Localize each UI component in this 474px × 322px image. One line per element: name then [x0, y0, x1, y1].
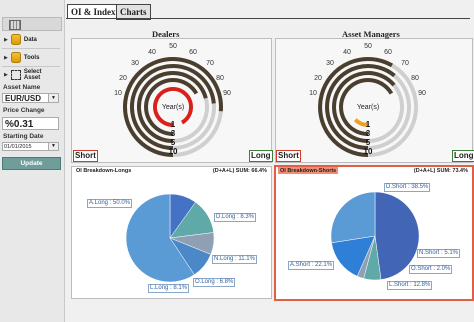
sidebar-item-data[interactable]: ▶ Data — [4, 34, 37, 45]
pie-shorts-title: OI Breakdown-Shorts — [278, 167, 339, 174]
dealers-title: Dealers — [152, 29, 180, 39]
tab-underline — [66, 18, 470, 19]
gauge-year-label: 5 — [171, 138, 176, 147]
gauge-year-label: 1 — [171, 120, 176, 129]
sidebar: ▶ Data ▶ Tools ▶ Select Asset Asset Name… — [0, 0, 65, 322]
gauge-tick-label: 80 — [411, 75, 419, 82]
gauge-year-label: 3 — [366, 129, 371, 138]
gauge-tick-label: 40 — [343, 49, 351, 56]
price-change-value: %0.31 — [2, 117, 59, 130]
gauge-tick-label: 50 — [169, 43, 177, 50]
gauge-tick-label: 50 — [364, 43, 372, 50]
pie-label-o-short: O.Short : 2.0% — [409, 265, 453, 274]
pie-label-l-long: L.Long : 8.1% — [148, 284, 190, 293]
chevron-right-icon: ▶ — [4, 72, 8, 78]
pie-label-o-long: O.Long : 6.8% — [193, 278, 236, 287]
gauge-tick-label: 40 — [148, 49, 156, 56]
gauge-center-label: Year(s) — [357, 104, 379, 111]
pie-label-a-long: A.Long : 50.0% — [87, 199, 133, 208]
pie-label-n-long: N.Long : 11.1% — [212, 255, 257, 264]
divider — [2, 66, 60, 67]
grid-icon[interactable] — [9, 20, 21, 30]
gauge-tick-label: 60 — [384, 49, 392, 56]
chevron-down-icon[interactable]: ▼ — [48, 94, 58, 102]
gauge-center-label: Year(s) — [162, 104, 184, 111]
dealers-short-toggle[interactable]: Short — [73, 150, 98, 162]
gauge-tick-label: 70 — [206, 60, 214, 67]
pie-longs-title: OI Breakdown-Longs — [76, 168, 132, 174]
pie-longs-chart — [125, 193, 215, 283]
gauge-tick-label: 70 — [401, 60, 409, 67]
chevron-right-icon: ▶ — [4, 54, 8, 61]
asset-managers-gauge: 504030201060708090Year(s)13510 — [309, 43, 426, 157]
chevron-down-icon[interactable]: ▼ — [48, 143, 58, 150]
pie-label-d-long: D.Long : 8.3% — [214, 213, 257, 222]
gauge-tick-label: 60 — [189, 49, 197, 56]
pie-longs-sum: (D+A+L) SUM: 66.4% — [212, 168, 267, 174]
pie-shorts-chart — [330, 191, 420, 281]
tools-icon — [10, 52, 21, 63]
gauge-year-label: 5 — [366, 138, 371, 147]
database-icon — [10, 34, 21, 45]
gauge-year-label: 3 — [171, 129, 176, 138]
gauge-tick-label: 30 — [131, 60, 139, 67]
pie-label-a-short: A.Short : 22.1% — [288, 261, 335, 270]
divider — [2, 48, 60, 49]
gauge-tick-label: 30 — [326, 60, 334, 67]
gauge-tick-label: 10 — [309, 90, 317, 97]
asset-name-label: Asset Name — [3, 84, 41, 91]
gauge-year-label: 1 — [366, 120, 371, 129]
dealers-gauge: 504030201060708090Year(s)13510 — [114, 43, 231, 157]
starting-date-field[interactable]: 01/01/2015 ▼ — [2, 142, 59, 151]
sidebar-header-bar — [2, 17, 62, 31]
sidebar-item-tools[interactable]: ▶ Tools — [4, 52, 39, 63]
asset-managers-long-toggle[interactable]: Long — [452, 150, 474, 162]
gauge-tick-label: 10 — [114, 90, 122, 97]
gauge-year-label: 10 — [169, 147, 178, 156]
pie-slice[interactable] — [330, 191, 376, 244]
chevron-right-icon: ▶ — [4, 36, 8, 43]
gauge-tick-label: 20 — [314, 75, 322, 82]
starting-date-label: Starting Date — [3, 133, 44, 140]
asset-managers-short-toggle[interactable]: Short — [276, 150, 301, 162]
gauge-year-label: 10 — [364, 147, 373, 156]
pie-label-n-short: N.Short : 5.1% — [417, 249, 461, 258]
gauge-tick-label: 90 — [418, 90, 426, 97]
sidebar-item-select-asset[interactable]: ▶ Select Asset — [4, 69, 46, 81]
pie-label-d-short: D.Short : 38.5% — [384, 183, 431, 192]
selection-icon — [10, 70, 21, 80]
asset-managers-title: Asset Managers — [342, 29, 400, 39]
asset-select[interactable]: EUR/USD ▼ — [2, 93, 59, 103]
price-change-label: Price Change — [3, 107, 45, 114]
gauge-tick-label: 80 — [216, 75, 224, 82]
pie-label-l-short: L.Short : 12.8% — [387, 281, 433, 290]
gauge-tick-label: 90 — [223, 90, 231, 97]
dealers-long-toggle[interactable]: Long — [249, 150, 273, 162]
gauge-tick-label: 20 — [119, 75, 127, 82]
update-button[interactable]: Update — [2, 157, 61, 170]
tab-oi-index[interactable]: OI & Index — [67, 4, 120, 19]
pie-shorts-sum: (D+A+L) SUM: 73.4% — [413, 168, 468, 174]
